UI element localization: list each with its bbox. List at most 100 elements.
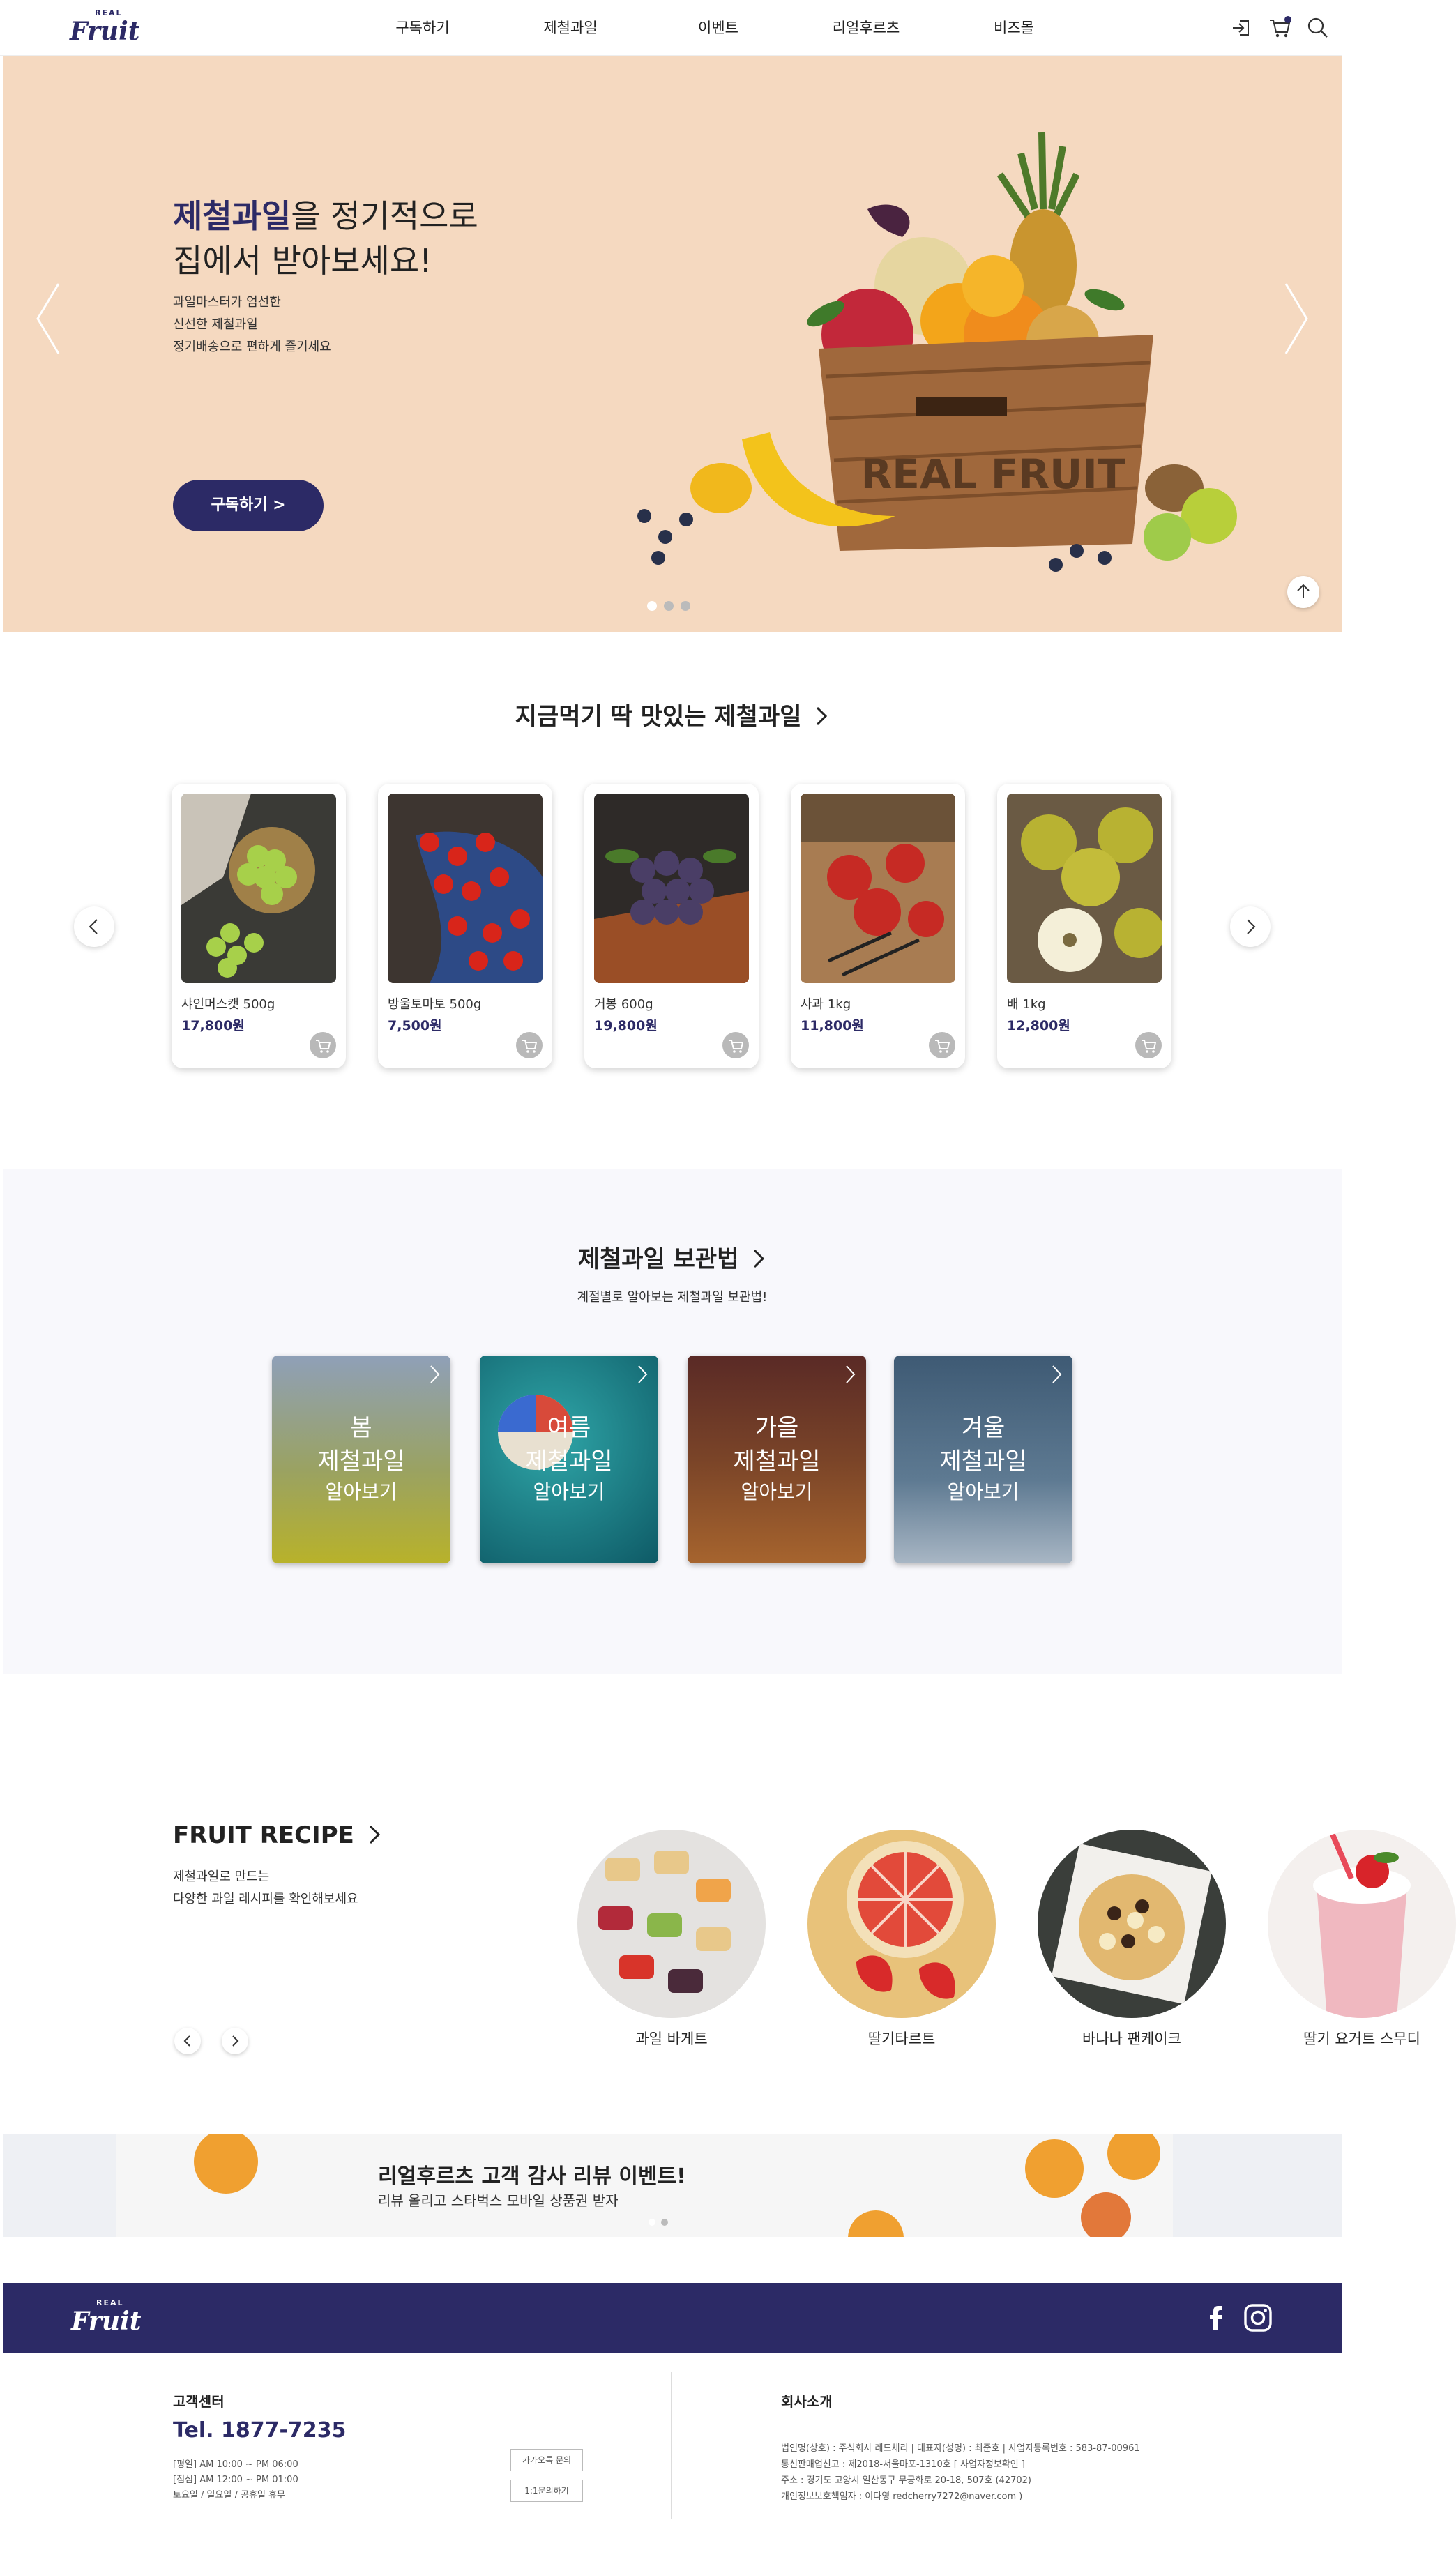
recipe-image-strawberry-smoothie — [1268, 1830, 1456, 2018]
product-image-apple — [801, 794, 955, 983]
company-info-line: 개인정보보호책임자 : 이다영 redcherry7272@naver.com … — [781, 2491, 1023, 2502]
chevron-left-icon — [89, 919, 98, 934]
recipe-prev-button[interactable] — [174, 2028, 201, 2054]
storage-section-title[interactable]: 제철과일 보관법 — [3, 1240, 1342, 1274]
recipe-next-button[interactable] — [222, 2028, 248, 2054]
nav-item-realfruits[interactable]: 리얼후르츠 — [792, 0, 940, 56]
chevron-right-icon — [638, 1365, 648, 1383]
season-card-summer[interactable]: 여름 제철과일 알아보기 — [480, 1356, 658, 1563]
chevron-right-icon — [369, 1825, 380, 1844]
footer-logo[interactable]: REAL Fruit — [71, 2297, 141, 2339]
season-card-text: 봄 제철과일 알아보기 — [272, 1411, 450, 1506]
cs-center-title: 고객센터 — [173, 2393, 225, 2410]
products-prev-button[interactable] — [74, 906, 114, 947]
hero-dot[interactable] — [647, 601, 657, 611]
hero-dot[interactable] — [664, 601, 674, 611]
storage-section: 제철과일 보관법 계절별로 알아보는 제철과일 보관법! 봄 제철과일 알아보기… — [3, 1169, 1342, 1674]
hero-dot[interactable] — [681, 601, 690, 611]
cs-hours-line: [점심] AM 12:00 ~ PM 01:00 — [173, 2475, 298, 2485]
season-line3: 알아보기 — [947, 1480, 1019, 1503]
company-info-line: 통신판매업신고 : 제2018-서울마포-1310호 [ 사업자정보확인 ] — [781, 2459, 1025, 2470]
season-card-autumn[interactable]: 가을 제철과일 알아보기 — [688, 1356, 866, 1563]
facebook-icon[interactable] — [1201, 2302, 1231, 2333]
event-banner[interactable]: 리얼후르츠 고객 감사 리뷰 이벤트! 리뷰 올리고 스타벅스 모바일 상품권 … — [3, 2134, 1342, 2237]
hero-subscribe-button[interactable]: 구독하기 > — [173, 480, 324, 531]
nav-item-event[interactable]: 이벤트 — [644, 0, 792, 56]
add-to-cart-button[interactable] — [929, 1032, 955, 1058]
recipe-item[interactable]: 바나나 팬케이크 — [1038, 1830, 1226, 2049]
products-section-title[interactable]: 지금먹기 딱 맛있는 제철과일 — [3, 697, 1342, 731]
hero-next-arrow-icon[interactable] — [1279, 280, 1314, 357]
products-next-button[interactable] — [1230, 906, 1271, 947]
cs-phone[interactable]: Tel. 1877-7235 — [173, 2418, 346, 2443]
site-logo[interactable]: REAL Fruit — [70, 7, 139, 49]
product-price: 17,800원 — [181, 1018, 245, 1033]
season-name: 가을 — [754, 1414, 799, 1442]
product-image-pear — [1007, 794, 1162, 983]
recipe-image-strawberry-tart — [807, 1830, 996, 2018]
season-card-text: 여름 제철과일 알아보기 — [480, 1411, 658, 1506]
recipe-item[interactable]: 딸기 요거트 스무디 — [1268, 1830, 1456, 2049]
product-price: 12,800원 — [1007, 1018, 1070, 1033]
main-nav: 구독하기 제철과일 이벤트 리얼후르츠 비즈몰 — [349, 0, 1088, 56]
product-image-cherry-tomato — [388, 794, 543, 983]
recipe-desc-line: 다양한 과일 레시피를 확인해보세요 — [173, 1892, 358, 1906]
product-card[interactable]: 배 1kg 12,800원 — [997, 784, 1171, 1068]
recipe-item[interactable]: 딸기타르트 — [807, 1830, 996, 2049]
banner-dot[interactable] — [649, 2219, 655, 2226]
product-card[interactable]: 사과 1kg 11,800원 — [791, 784, 965, 1068]
company-info-title: 회사소개 — [781, 2393, 833, 2410]
add-to-cart-button[interactable] — [516, 1032, 543, 1058]
kakao-inquiry-button[interactable]: 카카오톡 문의 — [510, 2449, 583, 2471]
product-name: 샤인머스캣 500g — [181, 997, 275, 1012]
season-card-spring[interactable]: 봄 제철과일 알아보기 — [272, 1356, 450, 1563]
add-to-cart-button[interactable] — [1135, 1032, 1162, 1058]
arrow-up-icon — [1297, 584, 1310, 598]
product-image-shine-muscat — [181, 794, 336, 983]
storage-subtitle: 계절별로 알아보는 제철과일 보관법! — [577, 1290, 768, 1305]
product-card[interactable]: 거봉 600g 19,800원 — [584, 784, 759, 1068]
login-icon[interactable] — [1230, 15, 1255, 40]
season-card-winter[interactable]: 겨울 제철과일 알아보기 — [894, 1356, 1072, 1563]
recipe-name: 딸기타르트 — [867, 2031, 936, 2047]
cart-icon — [729, 1040, 744, 1053]
footer-bar: REAL Fruit — [3, 2283, 1342, 2353]
hero-prev-arrow-icon[interactable] — [31, 280, 66, 357]
instagram-icon[interactable] — [1243, 2302, 1273, 2333]
cart-icon — [522, 1040, 538, 1053]
season-line3: 알아보기 — [741, 1480, 813, 1503]
company-info-line: 법인명(상호) : 주식회사 레드체리 | 대표자(성명) : 최준호 | 사업… — [781, 2443, 1140, 2454]
event-banner-subtitle: 리뷰 올리고 스타벅스 모바일 상품권 받자 — [378, 2192, 619, 2209]
hero-title-highlight: 제철과일 — [173, 197, 291, 235]
basket-logo-text: REAL FRUIT — [861, 450, 1125, 498]
banner-dot[interactable] — [661, 2219, 668, 2226]
product-image-kyoho-grape — [594, 794, 749, 983]
search-icon[interactable] — [1305, 15, 1330, 40]
hero-title-line2: 집에서 받아보세요! — [173, 242, 432, 280]
cart-icon — [1142, 1040, 1157, 1053]
company-info-line: 주소 : 경기도 고양시 일산동구 무궁화로 20-18, 507호 (4270… — [781, 2475, 1031, 2486]
product-price: 11,800원 — [801, 1018, 864, 1033]
scroll-top-button[interactable] — [1287, 576, 1319, 608]
season-line2: 제철과일 — [525, 1448, 613, 1475]
hero-pagination — [647, 601, 690, 611]
nav-item-bizmall[interactable]: 비즈몰 — [940, 0, 1088, 56]
recipe-item[interactable]: 과일 바게트 — [577, 1830, 766, 2049]
season-name: 여름 — [547, 1414, 591, 1442]
hero-desc-line: 과일마스터가 엄선한 — [173, 295, 281, 310]
nav-item-seasonal[interactable]: 제철과일 — [496, 0, 644, 56]
add-to-cart-button[interactable] — [310, 1032, 336, 1058]
cs-hours-line: [평일] AM 10:00 ~ PM 06:00 — [173, 2459, 298, 2470]
nav-item-subscribe[interactable]: 구독하기 — [349, 0, 496, 56]
recipe-section-title[interactable]: FRUIT RECIPE — [173, 1821, 382, 1849]
hero-title-rest: 을 정기적으로 — [291, 197, 478, 235]
cart-icon[interactable] — [1268, 15, 1293, 40]
product-card[interactable]: 방울토마토 500g 7,500원 — [378, 784, 552, 1068]
chevron-right-icon — [817, 706, 828, 726]
add-to-cart-button[interactable] — [722, 1032, 749, 1058]
one-to-one-inquiry-button[interactable]: 1:1문의하기 — [510, 2480, 583, 2502]
product-name: 거봉 600g — [594, 997, 653, 1012]
event-banner-title: 리얼후르츠 고객 감사 리뷰 이벤트! — [378, 2164, 686, 2189]
hero-description: 과일마스터가 엄선한 신선한 제철과일 정기배송으로 편하게 즐기세요 — [173, 291, 331, 358]
product-card[interactable]: 샤인머스캣 500g 17,800원 — [172, 784, 346, 1068]
